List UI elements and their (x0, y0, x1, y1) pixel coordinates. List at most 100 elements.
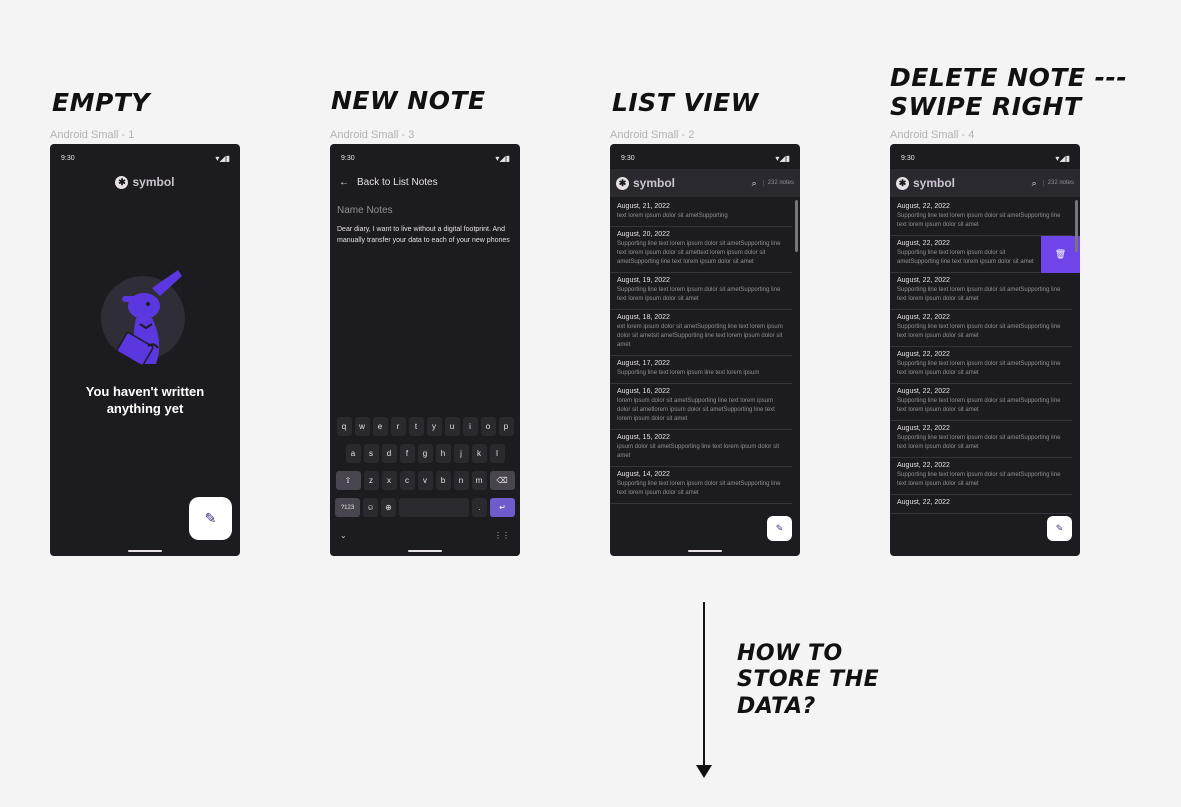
status-icons: ▾◢▮ (1055, 154, 1070, 163)
key[interactable]: l (489, 444, 505, 463)
key[interactable]: i (462, 417, 478, 436)
empty-state-message: You haven't written anything yet (85, 384, 205, 416)
globe-icon: ⊕ (385, 503, 392, 512)
notes-list: August, 21, 2022 text lorem ipsum dolor s… (610, 199, 800, 556)
key[interactable]: e (372, 417, 388, 436)
note-date: August, 22, 2022 (897, 462, 950, 469)
keyboard-nav: ⌄ ⋮⋮ (340, 531, 510, 540)
key[interactable]: p (498, 417, 514, 436)
shift-key[interactable]: ⇧ (335, 471, 361, 490)
list-item[interactable]: August, 14, 2022 Supporting line text lor… (610, 467, 792, 504)
new-note-fab[interactable]: ✎ (767, 516, 792, 541)
key[interactable]: u (444, 417, 460, 436)
search-icon[interactable]: ⌕ (1032, 178, 1037, 189)
key[interactable]: x (381, 471, 397, 490)
brand-logo: ✱ symbol (50, 175, 240, 189)
list-item[interactable]: August, 22, 2022 Supporting line text lor… (890, 199, 1072, 236)
key[interactable]: d (381, 444, 397, 463)
key[interactable]: m (471, 471, 487, 490)
note-preview: Supporting line text lorem ipsum dolor s… (897, 213, 1061, 228)
pencil-icon: ✎ (1055, 523, 1064, 533)
note-title-input[interactable]: Name Notes (337, 205, 393, 216)
key[interactable]: j (453, 444, 469, 463)
note-date: August, 22, 2022 (897, 240, 950, 247)
home-indicator[interactable] (128, 550, 162, 552)
keyboard-grid-icon[interactable]: ⋮⋮ (494, 531, 510, 540)
key[interactable]: f (399, 444, 415, 463)
key[interactable]: a (345, 444, 361, 463)
keyboard-row-4: ?123 ☺ ⊕ . ↵ (332, 498, 518, 517)
scrollbar[interactable] (795, 200, 798, 252)
note-preview: Supporting line text lorem ipsum dolor s… (897, 287, 1061, 302)
home-indicator[interactable] (408, 550, 442, 552)
list-item[interactable]: August, 19, 2022 Supporting line text lor… (610, 273, 792, 310)
key[interactable]: r (390, 417, 406, 436)
new-note-fab[interactable]: ✎ (189, 497, 232, 540)
list-item[interactable]: August, 22, 2022 Supporting line text lor… (890, 273, 1072, 310)
list-item[interactable]: August, 22, 2022 Supporting line text lor… (890, 310, 1072, 347)
annotation-arrow-head (696, 765, 712, 778)
phone-delete: 9:30 ▾◢▮ ✱ symbol ⌕ 232 notes August, 22… (890, 144, 1080, 556)
key[interactable]: s (363, 444, 379, 463)
key[interactable]: t (408, 417, 424, 436)
list-item[interactable]: August, 22, 2022 Supporting line text lor… (890, 347, 1072, 384)
note-preview: Supporting line text lorem ipsum dolor s… (897, 398, 1061, 413)
key[interactable]: v (417, 471, 433, 490)
backspace-key[interactable]: ⌫ (489, 471, 515, 490)
logo-icon: ✱ (616, 176, 629, 190)
list-item[interactable]: August, 22, 2022 Supporting line text lor… (890, 458, 1072, 495)
symbols-key[interactable]: ?123 (335, 498, 360, 517)
key[interactable]: b (435, 471, 451, 490)
emoji-key[interactable]: ☺ (363, 498, 378, 517)
back-button[interactable]: ← Back to List Notes (339, 177, 438, 188)
note-preview: Supporting line text lorem ipsum dolor s… (617, 241, 781, 265)
list-item[interactable]: August, 22, 2022 Supporting line text lor… (890, 384, 1072, 421)
key[interactable]: y (426, 417, 442, 436)
emoji-icon: ☺ (366, 503, 375, 512)
list-item[interactable]: August, 18, 2022 ext lorem ipsum dolor si… (610, 310, 792, 356)
chevron-down-icon[interactable]: ⌄ (340, 531, 347, 540)
globe-key[interactable]: ⊕ (381, 498, 396, 517)
notes-count: 232 notes (762, 180, 794, 186)
back-label: Back to List Notes (357, 177, 438, 188)
note-preview: ipsum dolor sit ametSupporting line text… (617, 444, 780, 459)
keyboard: q w e r t y u i o p a s d f g h j k l ⇧ … (330, 414, 520, 556)
logo-icon: ✱ (896, 176, 909, 190)
key[interactable]: q (336, 417, 352, 436)
note-body-input[interactable]: Dear diary, I want to live without a dig… (337, 224, 514, 246)
status-bar: 9:30 ▾◢▮ (330, 144, 520, 170)
space-key[interactable] (399, 498, 469, 517)
scrollbar[interactable] (1075, 200, 1078, 252)
key[interactable]: g (417, 444, 433, 463)
logo-icon: ✱ (115, 175, 129, 189)
list-item[interactable]: August, 17, 2022 Supporting line text lor… (610, 356, 792, 384)
keyboard-row-3: ⇧ z x c v b n m ⌫ (332, 471, 518, 490)
new-note-fab[interactable]: ✎ (1047, 516, 1072, 541)
period-key[interactable]: . (472, 498, 487, 517)
list-item[interactable]: August, 22, 2022 Supporting line text lor… (890, 236, 1041, 273)
list-item[interactable]: August, 15, 2022 ipsum dolor sit ametSupp… (610, 430, 792, 467)
note-date: August, 22, 2022 (897, 351, 950, 358)
status-icons: ▾◢▮ (775, 154, 790, 163)
key[interactable]: w (354, 417, 370, 436)
back-arrow-icon: ← (339, 177, 349, 188)
key[interactable]: c (399, 471, 415, 490)
status-time: 9:30 (621, 155, 635, 162)
enter-key[interactable]: ↵ (490, 498, 515, 517)
search-icon[interactable]: ⌕ (752, 178, 757, 189)
note-date: August, 20, 2022 (617, 231, 670, 238)
pencil-icon: ✎ (775, 523, 784, 533)
swiped-list-item[interactable]: August, 22, 2022 Supporting line text lor… (890, 236, 1080, 273)
key[interactable]: h (435, 444, 451, 463)
list-item[interactable]: August, 16, 2022 lorem ipsum dolor sit am… (610, 384, 792, 430)
list-item[interactable]: August, 22, 2022 (890, 495, 1072, 514)
list-item[interactable]: August, 21, 2022 text lorem ipsum dolor s… (610, 199, 792, 227)
home-indicator[interactable] (688, 550, 722, 552)
key[interactable]: n (453, 471, 469, 490)
list-item[interactable]: August, 20, 2022 Supporting line text lor… (610, 227, 792, 273)
list-item[interactable]: August, 22, 2022 Supporting line text lor… (890, 421, 1072, 458)
key[interactable]: z (363, 471, 379, 490)
key[interactable]: k (471, 444, 487, 463)
annotation-arrow-line (703, 602, 705, 768)
key[interactable]: o (480, 417, 496, 436)
